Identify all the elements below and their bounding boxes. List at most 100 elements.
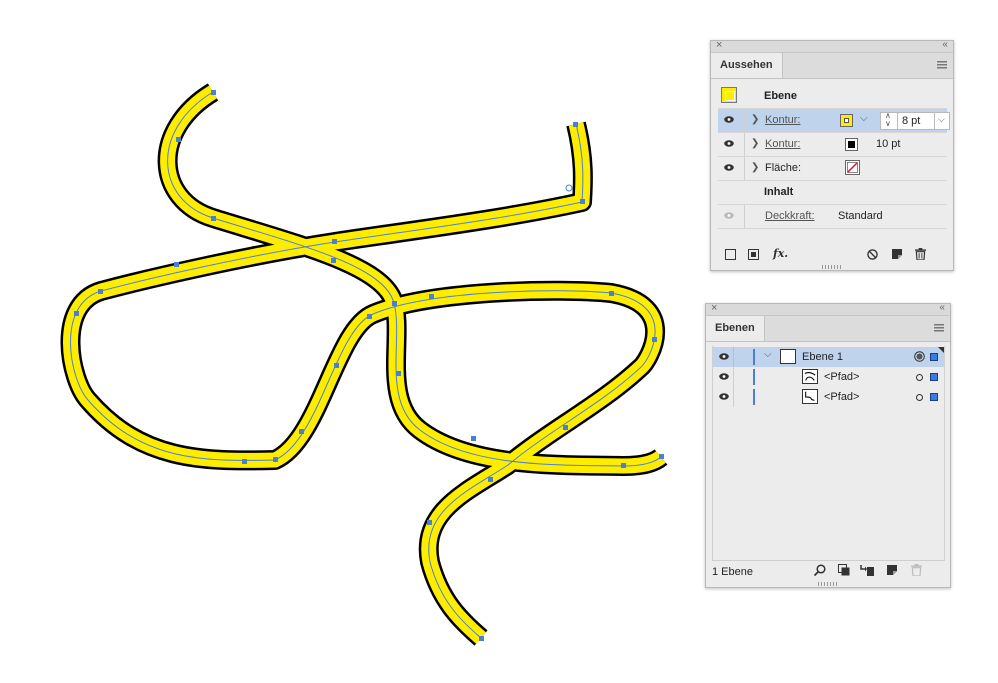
stroke-row-2[interactable]: ❯ Kontur: 10 pt bbox=[718, 133, 947, 157]
appearance-header-row[interactable]: Ebene bbox=[718, 85, 947, 109]
content-row[interactable]: Inhalt bbox=[718, 181, 947, 205]
chevron-right-icon[interactable]: ❯ bbox=[751, 138, 759, 149]
visibility-eye-icon[interactable] bbox=[724, 116, 734, 123]
anchor-point bbox=[367, 314, 372, 319]
anchor-point bbox=[242, 459, 247, 464]
visibility-eye-icon[interactable] bbox=[719, 373, 729, 380]
locate-object-icon[interactable] bbox=[814, 564, 826, 576]
path-thumbnail-icon bbox=[802, 369, 818, 384]
add-effect-icon[interactable]: fx. bbox=[773, 247, 788, 260]
stroke-weight-dropdown[interactable]: ⌵ bbox=[934, 112, 950, 130]
visibility-eye-icon[interactable] bbox=[724, 164, 734, 171]
anchor-point bbox=[334, 363, 339, 368]
add-new-fill-icon[interactable] bbox=[748, 249, 759, 260]
tab-ebenen[interactable]: Ebenen bbox=[706, 316, 765, 341]
fill-label[interactable]: Fläche: bbox=[765, 162, 801, 174]
stroke-weight-value: 10 pt bbox=[876, 138, 901, 150]
stroke-weight-value: 8 pt bbox=[902, 115, 921, 127]
layer-row-ebene-1[interactable]: ⌵ Ebene 1 bbox=[713, 347, 944, 367]
visibility-eye-icon[interactable] bbox=[719, 353, 729, 360]
chevron-down-icon[interactable]: ⌵ bbox=[764, 349, 772, 360]
chevron-down-icon[interactable]: ⌵ bbox=[860, 113, 868, 124]
close-icon[interactable]: × bbox=[711, 302, 717, 314]
anchor-point bbox=[652, 337, 657, 342]
opacity-label[interactable]: Deckkraft: bbox=[765, 210, 815, 222]
stroke-label[interactable]: Kontur: bbox=[765, 138, 800, 150]
divider bbox=[733, 347, 734, 367]
chevron-right-icon[interactable]: ❯ bbox=[751, 162, 759, 173]
anchor-point bbox=[176, 137, 181, 142]
target-icon[interactable] bbox=[916, 374, 923, 381]
panel-menu-icon[interactable] bbox=[934, 324, 944, 332]
selection-indicator-icon[interactable] bbox=[930, 373, 938, 381]
appearance-panel: × ‹‹ Aussehen Ebene ❯ Kontur: ⌵ ∧ ∨ 8 pt … bbox=[710, 39, 954, 271]
stroke-color-swatch[interactable] bbox=[840, 114, 853, 127]
content-label: Inhalt bbox=[764, 186, 794, 198]
stroke-weight-input[interactable]: 8 pt bbox=[897, 112, 935, 130]
anchor-point bbox=[392, 301, 397, 306]
opacity-row[interactable]: Deckkraft: Standard bbox=[718, 205, 947, 229]
layer-name[interactable]: <Pfad> bbox=[824, 371, 859, 383]
panel-titlebar[interactable]: × ‹‹ bbox=[711, 39, 953, 53]
stroke-color-swatch[interactable] bbox=[845, 138, 858, 151]
resize-grip[interactable] bbox=[822, 265, 842, 269]
visibility-eye-icon[interactable] bbox=[724, 212, 734, 219]
anchor-point bbox=[299, 429, 304, 434]
anchor-point bbox=[573, 122, 578, 127]
opacity-value: Standard bbox=[838, 210, 883, 222]
layer-name[interactable]: <Pfad> bbox=[824, 391, 859, 403]
collapse-icon[interactable]: ‹‹ bbox=[939, 302, 945, 313]
layer-thumbnail bbox=[780, 349, 796, 364]
anchor-point bbox=[74, 311, 79, 316]
panel-titlebar[interactable]: × ‹‹ bbox=[706, 302, 950, 316]
target-icon[interactable] bbox=[916, 394, 923, 401]
visibility-eye-icon[interactable] bbox=[724, 140, 734, 147]
path-thumbnail-icon bbox=[802, 389, 818, 404]
stepper-arrows-icon[interactable]: ∧ ∨ bbox=[885, 112, 891, 128]
anchor-point bbox=[580, 199, 585, 204]
trash-icon[interactable] bbox=[911, 564, 922, 576]
divider bbox=[733, 367, 734, 387]
panel-tabbar: Ebenen bbox=[706, 316, 950, 342]
anchor-point bbox=[211, 90, 216, 95]
divider bbox=[744, 205, 745, 228]
path-2-yellow-stroke bbox=[63, 122, 663, 644]
layer-name[interactable]: Ebene 1 bbox=[802, 351, 843, 363]
stroke-row-1[interactable]: ❯ Kontur: ⌵ ∧ ∨ 8 pt ⌵ bbox=[718, 109, 950, 133]
collapse-icon[interactable]: ‹‹ bbox=[942, 39, 948, 50]
layer-color-bar bbox=[753, 389, 755, 405]
layer-row-path-1[interactable]: <Pfad> bbox=[713, 367, 944, 387]
add-new-stroke-icon[interactable] bbox=[725, 249, 736, 260]
panel-menu-icon[interactable] bbox=[937, 61, 947, 69]
layer-row-path-2[interactable]: <Pfad> bbox=[713, 387, 944, 407]
create-new-layer-icon[interactable] bbox=[886, 564, 898, 576]
clear-appearance-icon[interactable] bbox=[867, 249, 878, 260]
no-fill-swatch-icon[interactable] bbox=[845, 160, 860, 175]
layers-panel: × ‹‹ Ebenen ⌵ Ebene 1 <Pfad> <Pfad> 1 Eb… bbox=[705, 302, 951, 588]
resize-grip[interactable] bbox=[818, 582, 838, 586]
fill-row[interactable]: ❯ Fläche: bbox=[718, 157, 947, 181]
anchor-point bbox=[396, 371, 401, 376]
duplicate-item-icon[interactable] bbox=[891, 248, 903, 260]
divider bbox=[744, 157, 745, 180]
stroke-weight-stepper[interactable]: ∧ ∨ bbox=[880, 112, 898, 130]
make-clipping-mask-icon[interactable] bbox=[838, 564, 850, 576]
panel-tabbar: Aussehen bbox=[711, 53, 953, 79]
create-sublayer-icon[interactable] bbox=[860, 564, 874, 576]
layer-count-label: 1 Ebene bbox=[712, 566, 753, 578]
chevron-right-icon[interactable]: ❯ bbox=[751, 114, 759, 125]
anchor-point bbox=[273, 457, 278, 462]
close-icon[interactable]: × bbox=[716, 39, 722, 51]
tab-aussehen[interactable]: Aussehen bbox=[711, 53, 783, 78]
divider bbox=[744, 109, 745, 132]
appearance-footer: fx. bbox=[711, 241, 953, 267]
visibility-eye-icon[interactable] bbox=[719, 393, 729, 400]
divider bbox=[744, 133, 745, 156]
stroke-label[interactable]: Kontur: bbox=[765, 114, 800, 126]
selection-indicator-icon[interactable] bbox=[930, 393, 938, 401]
trash-icon[interactable] bbox=[915, 248, 926, 260]
selection-indicator-icon[interactable] bbox=[930, 353, 938, 361]
anchor-point bbox=[609, 291, 614, 296]
target-selected-icon[interactable] bbox=[914, 351, 925, 362]
layer-target-icon[interactable] bbox=[721, 87, 737, 103]
